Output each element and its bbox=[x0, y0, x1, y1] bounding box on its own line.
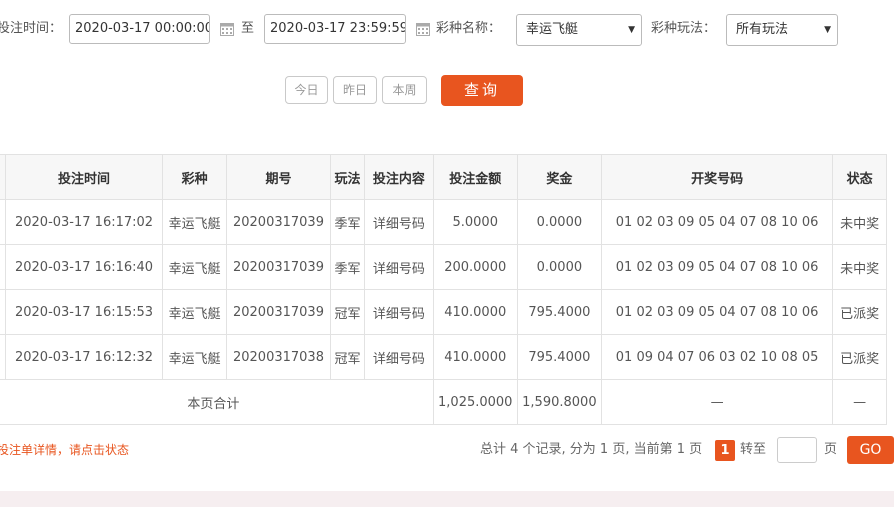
today-button[interactable]: 今日 bbox=[285, 76, 328, 104]
bet-time-cell: 2020-03-17 16:12:32 bbox=[4, 334, 164, 380]
end-time-input[interactable]: 2020-03-17 23:59:59 bbox=[264, 14, 406, 44]
table-header-row: 投注时间 彩种 期号 玩法 投注内容 投注金额 奖金 开奖号码 状态 bbox=[0, 154, 887, 200]
yesterday-button[interactable]: 昨日 bbox=[333, 76, 377, 104]
amount-cell: 5.0000 bbox=[432, 199, 518, 245]
issue-cell: 20200317039 bbox=[226, 199, 331, 245]
table-header: 期号 bbox=[226, 154, 331, 200]
lottery-name-label: 彩种名称： bbox=[436, 21, 502, 36]
go-button[interactable]: GO bbox=[847, 436, 894, 464]
calendar-icon[interactable] bbox=[416, 22, 430, 36]
to-label: 至 bbox=[241, 21, 255, 36]
page-total-status: — bbox=[832, 379, 887, 425]
lottery-cell: 幸运飞艇 bbox=[162, 334, 228, 380]
bet-content-link[interactable]: 详细号码 bbox=[364, 334, 434, 380]
play-type-label: 彩种玩法： bbox=[651, 21, 717, 36]
lottery-select[interactable]: 幸运飞艇 ▼ bbox=[516, 14, 642, 46]
table-header: 奖金 bbox=[516, 154, 602, 200]
draw-numbers-cell: 01 02 03 09 05 04 07 08 10 06 bbox=[600, 244, 834, 290]
status-cell[interactable]: 已派奖 bbox=[832, 289, 887, 335]
bet-content-link[interactable]: 详细号码 bbox=[364, 244, 434, 290]
table-header: 状态 bbox=[832, 154, 887, 200]
table-header: 投注内容 bbox=[364, 154, 434, 200]
goto-label: 转至 bbox=[740, 442, 767, 457]
prize-cell: 795.4000 bbox=[516, 289, 602, 335]
page-total-numbers: — bbox=[600, 379, 834, 425]
page-number-input[interactable] bbox=[777, 437, 817, 463]
prize-cell: 0.0000 bbox=[516, 199, 602, 245]
table-header: 玩法 bbox=[329, 154, 366, 200]
play-cell: 冠军 bbox=[329, 289, 366, 335]
table-row: 2020-03-17 16:15:53 幸运飞艇 20200317039 冠军 … bbox=[0, 289, 887, 335]
table-header: 开奖号码 bbox=[600, 154, 834, 200]
start-time-input[interactable]: 2020-03-17 00:00:00 bbox=[69, 14, 210, 44]
page-total-label: 本页合计 bbox=[0, 379, 434, 425]
bet-time-label: 投注时间： bbox=[0, 21, 63, 36]
table-row: 2020-03-17 16:12:32 幸运飞艇 20200317038 冠军 … bbox=[0, 334, 887, 380]
play-cell: 冠军 bbox=[329, 334, 366, 380]
bottom-divider bbox=[0, 491, 894, 507]
table-header: 彩种 bbox=[162, 154, 228, 200]
bet-content-link[interactable]: 详细号码 bbox=[364, 289, 434, 335]
caret-down-icon: ▼ bbox=[824, 25, 831, 35]
bet-records-table: 投注时间 彩种 期号 玩法 投注内容 投注金额 奖金 开奖号码 状态 2020-… bbox=[0, 154, 887, 425]
table-row: 2020-03-17 16:16:40 幸运飞艇 20200317039 季军 … bbox=[0, 244, 887, 290]
amount-cell: 410.0000 bbox=[432, 334, 518, 380]
issue-cell: 20200317039 bbox=[226, 289, 331, 335]
page-total-prize: 1,590.8000 bbox=[516, 379, 602, 425]
issue-cell: 20200317038 bbox=[226, 334, 331, 380]
amount-cell: 200.0000 bbox=[432, 244, 518, 290]
bet-time-cell: 2020-03-17 16:16:40 bbox=[4, 244, 164, 290]
current-page-badge[interactable]: 1 bbox=[715, 440, 735, 461]
draw-numbers-cell: 01 02 03 09 05 04 07 08 10 06 bbox=[600, 199, 834, 245]
play-cell: 季军 bbox=[329, 244, 366, 290]
this-week-button[interactable]: 本周 bbox=[382, 76, 427, 104]
bet-content-link[interactable]: 详细号码 bbox=[364, 199, 434, 245]
bet-time-cell: 2020-03-17 16:15:53 bbox=[4, 289, 164, 335]
draw-numbers-cell: 01 02 03 09 05 04 07 08 10 06 bbox=[600, 289, 834, 335]
pager-summary: 总计 4 个记录, 分为 1 页, 当前第 1 页 bbox=[480, 442, 703, 457]
table-header: 投注时间 bbox=[4, 154, 164, 200]
status-cell[interactable]: 未中奖 bbox=[832, 244, 887, 290]
status-cell[interactable]: 未中奖 bbox=[832, 199, 887, 245]
table-row: 2020-03-17 16:17:02 幸运飞艇 20200317039 季军 … bbox=[0, 199, 887, 245]
prize-cell: 0.0000 bbox=[516, 244, 602, 290]
play-type-select-value: 所有玩法 bbox=[736, 22, 789, 37]
draw-numbers-cell: 01 09 04 07 06 03 02 10 08 05 bbox=[600, 334, 834, 380]
bet-time-cell: 2020-03-17 16:17:02 bbox=[4, 199, 164, 245]
summary-row: 本页合计 1,025.0000 1,590.8000 — — bbox=[0, 379, 887, 425]
lottery-cell: 幸运飞艇 bbox=[162, 199, 228, 245]
caret-down-icon: ▼ bbox=[628, 25, 635, 35]
amount-cell: 410.0000 bbox=[432, 289, 518, 335]
play-cell: 季军 bbox=[329, 199, 366, 245]
page-total-amount: 1,025.0000 bbox=[432, 379, 518, 425]
status-cell[interactable]: 已派奖 bbox=[832, 334, 887, 380]
calendar-icon[interactable] bbox=[220, 22, 234, 36]
play-type-select[interactable]: 所有玩法 ▼ bbox=[726, 14, 838, 46]
page-unit-label: 页 bbox=[824, 442, 838, 457]
issue-cell: 20200317039 bbox=[226, 244, 331, 290]
status-hint-note: 投注单详情，请点击状态 bbox=[0, 443, 130, 457]
prize-cell: 795.4000 bbox=[516, 334, 602, 380]
table-header: 投注金额 bbox=[432, 154, 518, 200]
search-button[interactable]: 查询 bbox=[441, 75, 523, 106]
lottery-select-value: 幸运飞艇 bbox=[526, 22, 579, 37]
lottery-cell: 幸运飞艇 bbox=[162, 244, 228, 290]
lottery-cell: 幸运飞艇 bbox=[162, 289, 228, 335]
